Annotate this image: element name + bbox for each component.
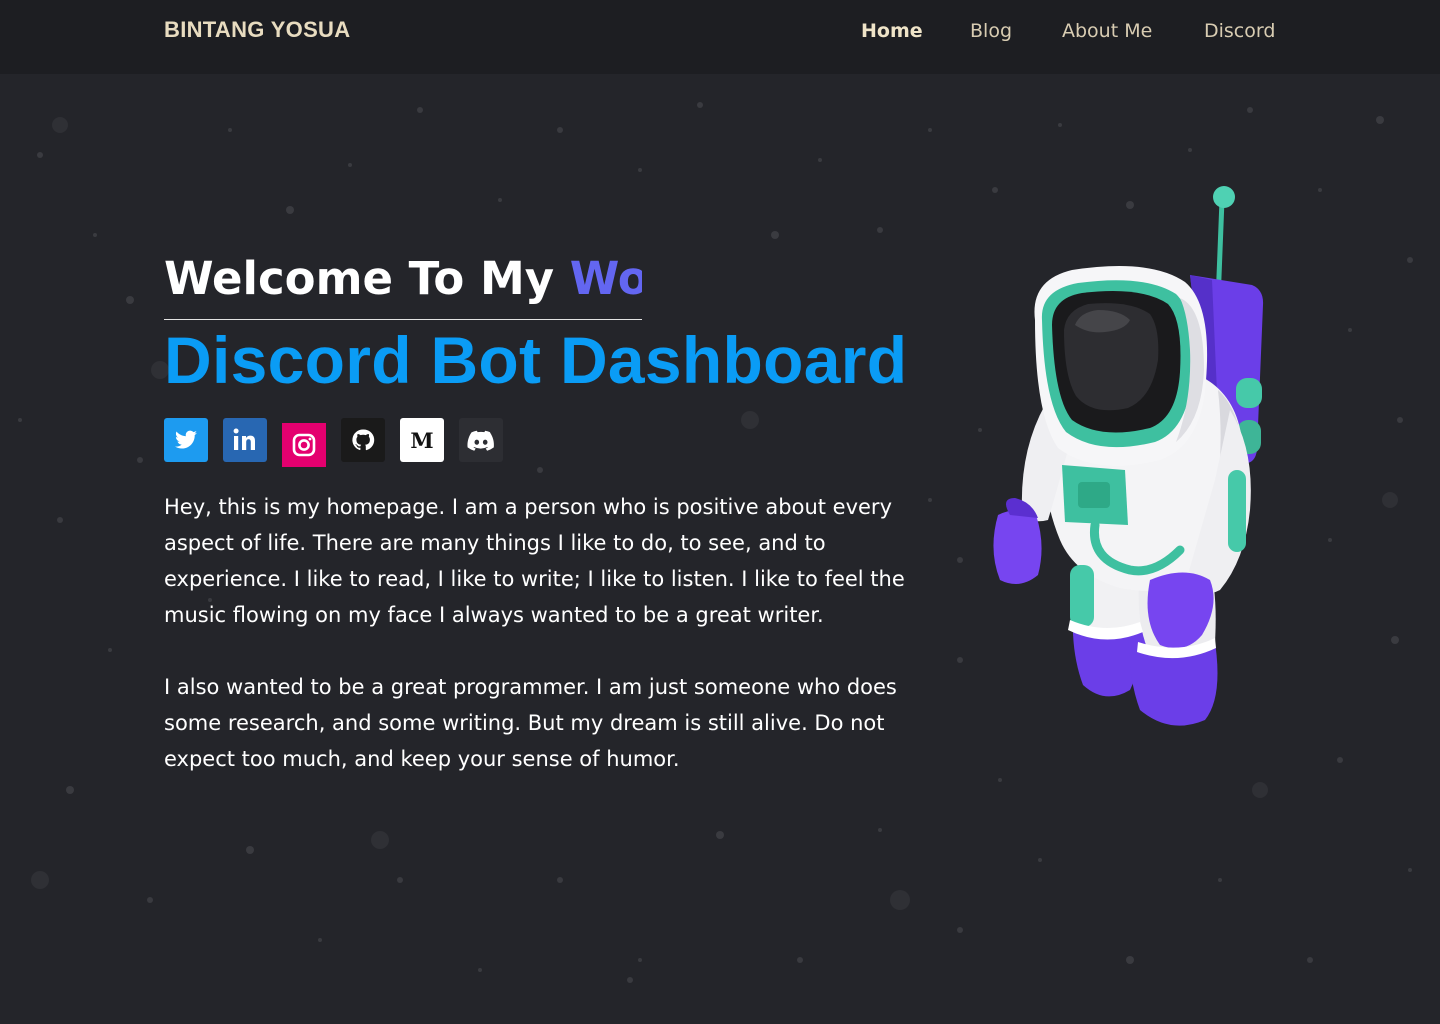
- page-title: Discord Bot Dashboard: [164, 323, 908, 397]
- nav-link-about-me[interactable]: About Me: [1062, 20, 1152, 42]
- medium-link[interactable]: M: [400, 418, 444, 462]
- top-navbar: BINTANG YOSUA Home Blog About Me Discord: [0, 0, 1440, 74]
- brand-logo[interactable]: BINTANG YOSUA: [164, 17, 350, 43]
- twitter-link[interactable]: [164, 418, 208, 462]
- discord-icon: [459, 418, 503, 462]
- hero-section: Welcome To My World Discord Bot Dashboar…: [0, 0, 1440, 1024]
- instagram-link[interactable]: [282, 423, 326, 467]
- svg-text:M: M: [410, 428, 433, 453]
- intro-paragraph: Hey, this is my homepage. I am a person …: [164, 495, 905, 627]
- nav-link-discord[interactable]: Discord: [1204, 20, 1275, 42]
- github-icon: [341, 418, 385, 462]
- discord-link[interactable]: [459, 418, 503, 462]
- instagram-icon: [282, 423, 326, 467]
- nav-link-home[interactable]: Home: [861, 20, 923, 42]
- dream-paragraph: I also wanted to be a great programmer. …: [164, 675, 897, 771]
- welcome-prefix: Welcome To My: [164, 252, 555, 305]
- medium-icon: M: [400, 418, 444, 462]
- twitter-icon: [164, 418, 208, 462]
- astronaut-icon: [993, 186, 1264, 726]
- welcome-heading: Welcome To My World: [164, 252, 642, 320]
- github-link[interactable]: [341, 418, 385, 462]
- linkedin-icon: [223, 418, 267, 462]
- linkedin-link[interactable]: [223, 418, 267, 462]
- nav-link-blog[interactable]: Blog: [970, 20, 1012, 42]
- welcome-accent: World: [569, 252, 642, 305]
